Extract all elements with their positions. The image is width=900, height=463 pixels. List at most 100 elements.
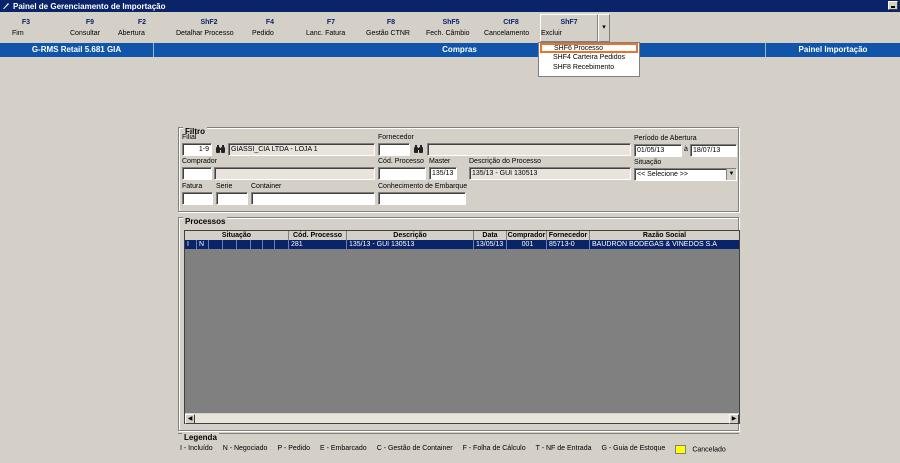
legend-items: I - Incluído N - Negociado P - Pedido E …: [180, 445, 726, 454]
conhecimento-label: Conhecimento de Embarque: [378, 183, 468, 190]
scroll-right-icon[interactable]: ▶: [729, 414, 739, 424]
menu-item-carteira-pedidos[interactable]: SHF4 Carteira Pedidos: [539, 53, 639, 63]
cell-descricao: 135/13 - GUI 130513: [347, 240, 474, 249]
fornecedor-name-field: [427, 143, 631, 156]
col-situacao[interactable]: Situação: [185, 231, 289, 240]
comprador-code-field[interactable]: [182, 167, 212, 180]
serie-label: Serie: [216, 183, 233, 190]
menu-item-processo[interactable]: SHF6 Processo: [540, 43, 638, 53]
binoculars-icon[interactable]: [215, 144, 226, 155]
gestao-ctnr-button[interactable]: F8 Gestão CTNR: [366, 17, 416, 37]
filter-group: Filtro Filial 1-9 GIASSI_CIA LTDA - LOJA…: [178, 127, 739, 212]
window-title-bar: Painel de Gerenciamento de Importação: [0, 0, 900, 12]
fatura-field[interactable]: [182, 192, 213, 205]
periodo-fim-field[interactable]: 18/07/13: [690, 144, 737, 157]
detalhar-processo-button[interactable]: ShF2 Detalhar Processo: [176, 17, 242, 37]
cell-situacao-8: [275, 240, 289, 249]
container-field[interactable]: [251, 192, 375, 205]
col-cod-processo[interactable]: Cód. Processo: [289, 231, 347, 240]
legend-embarcado: E - Embarcado: [320, 445, 367, 452]
cell-situacao-5: [237, 240, 251, 249]
col-data[interactable]: Data: [474, 231, 507, 240]
filial-code-field[interactable]: 1-9: [182, 143, 212, 156]
cod-processo-label: Cód. Processo: [378, 158, 424, 165]
periodo-inicio-field[interactable]: 01/05/13: [634, 144, 682, 157]
excluir-dropdown-menu: SHF6 Processo SHF4 Carteira Pedidos SHF8…: [538, 42, 640, 77]
pedido-button[interactable]: F4 Pedido: [252, 17, 288, 37]
conhecimento-field[interactable]: [378, 192, 466, 205]
minimize-button[interactable]: [888, 1, 898, 10]
fornecedor-code-field[interactable]: [378, 143, 410, 156]
legend-folha-calculo: F - Folha de Cálculo: [462, 445, 526, 452]
cell-razao-social: BAUDRON BODEGAS & VINEDOS S.A: [592, 241, 717, 248]
situacao-select-value: << Selecione >>: [637, 171, 688, 178]
periodo-label: Período de Abertura: [634, 135, 697, 142]
cell-fornecedor: 85713-0: [547, 240, 590, 249]
fim-button[interactable]: F3 Fim: [12, 17, 40, 37]
function-key-toolbar: F3 Fim F9 Consultar F2 Abertura ShF2 Det…: [0, 13, 900, 43]
system-version-label: G-RMS Retail 5.681 GIA: [0, 43, 154, 57]
col-descricao[interactable]: Descrição: [347, 231, 474, 240]
binoculars-icon[interactable]: [413, 144, 424, 155]
legend-guia-estoque: G - Guia de Estoque: [601, 445, 666, 452]
comprador-label: Comprador: [182, 158, 218, 165]
cell-situacao-6: [251, 240, 263, 249]
excluir-dropdown-arrow[interactable]: ▾: [598, 14, 610, 42]
col-razao-social[interactable]: Razão Social: [590, 231, 739, 240]
legend-title: Legenda: [182, 433, 219, 442]
legend-cancelado: Cancelado: [675, 445, 726, 454]
cell-situacao-4: [223, 240, 237, 249]
cancelamento-button[interactable]: CtF8 Cancelamento: [484, 17, 538, 37]
serie-field[interactable]: [216, 192, 248, 205]
col-comprador[interactable]: Comprador: [507, 231, 547, 240]
legend-negociado: N - Negociado: [222, 445, 268, 452]
master-label: Master: [429, 158, 451, 165]
lanc-fatura-button[interactable]: F7 Lanc. Fatura: [306, 17, 356, 37]
processos-group-title: Processos: [183, 217, 228, 226]
chevron-down-icon[interactable]: ▼: [726, 169, 736, 180]
window-title: Painel de Gerenciamento de Importação: [13, 1, 166, 11]
descricao-processo-label: Descrição do Processo: [469, 158, 541, 165]
abertura-button[interactable]: F2 Abertura: [118, 17, 166, 37]
scroll-left-icon[interactable]: ◀: [185, 414, 195, 424]
menu-item-recebimento[interactable]: SHF8 Recebimento: [539, 63, 639, 73]
cell-situacao-3: [209, 240, 223, 249]
cell-data: 13/05/13: [474, 240, 507, 249]
master-field[interactable]: 135/13: [429, 167, 457, 180]
excluir-button[interactable]: ShF7 Excluir: [540, 14, 598, 42]
fornecedor-label: Fornecedor: [378, 134, 414, 141]
comprador-name-field: [214, 167, 375, 180]
descricao-processo-field: 135/13 - GUI 130513: [469, 167, 631, 180]
screen-name-label: Painel Importação: [766, 43, 900, 57]
processos-grid[interactable]: Situação Cód. Processo Descrição Data Co…: [184, 230, 740, 424]
situacao-label: Situação: [634, 159, 662, 166]
module-label: Compras: [154, 43, 766, 57]
filial-label: Filial: [182, 134, 197, 141]
grid-header: Situação Cód. Processo Descrição Data Co…: [185, 231, 739, 240]
import-panel: Filtro Filial 1-9 GIASSI_CIA LTDA - LOJA…: [176, 124, 741, 460]
consultar-button[interactable]: F9 Consultar: [70, 17, 110, 37]
cell-situacao-2: N: [197, 240, 209, 249]
legend-cancelado-label: Cancelado: [692, 446, 726, 454]
container-label: Container: [251, 183, 282, 190]
horizontal-scrollbar[interactable]: ◀ ▶: [185, 413, 739, 424]
cancelado-color-swatch: [675, 445, 687, 454]
cod-processo-field[interactable]: [378, 167, 426, 180]
fatura-label: Fatura: [182, 183, 203, 190]
cell-situacao-7: [263, 240, 275, 249]
table-row[interactable]: I N 281 135/13 - GUI 130513 13/05/13 001…: [185, 240, 739, 249]
periodo-separator: à: [684, 146, 688, 153]
cell-cod-processo: 281: [289, 240, 347, 249]
legend-pedido: P - Pedido: [277, 445, 310, 452]
filial-name-field: GIASSI_CIA LTDA - LOJA 1: [228, 143, 375, 156]
legend-gestao-container: C - Gestão de Container: [376, 445, 453, 452]
situacao-select[interactable]: << Selecione >> ▼: [634, 168, 737, 181]
legend-incluido: I - Incluído: [180, 445, 213, 452]
cell-comprador: 001: [507, 240, 547, 249]
processos-group: Processos Situação Cód. Processo Descriç…: [178, 217, 740, 431]
legend-nf-entrada: T - NF de Entrada: [535, 445, 592, 452]
col-fornecedor[interactable]: Fornecedor: [547, 231, 590, 240]
fech-cambio-button[interactable]: ShF5 Fech. Câmbio: [426, 17, 476, 37]
cell-situacao-1: I: [185, 240, 197, 249]
app-icon: [2, 2, 10, 10]
